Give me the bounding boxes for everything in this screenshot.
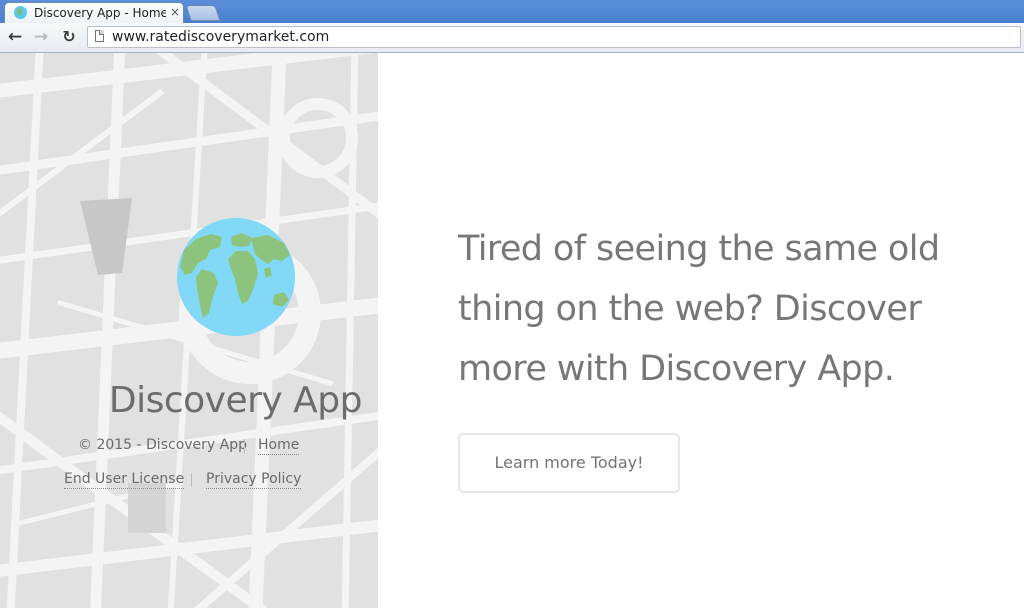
- privacy-policy-link[interactable]: Privacy Policy: [206, 471, 302, 489]
- address-bar[interactable]: www.ratediscoverymarket.com: [87, 26, 1021, 48]
- copyright-text: © 2015 - Discovery App: [78, 437, 247, 453]
- browser-toolbar: ← → ↻ www.ratediscoverymarket.com: [0, 23, 1024, 53]
- end-user-license-link[interactable]: End User License: [64, 471, 185, 489]
- globe-logo-icon: [177, 218, 295, 336]
- url-text[interactable]: www.ratediscoverymarket.com: [112, 29, 329, 45]
- brand-title: Discovery App: [108, 380, 363, 421]
- page-viewport: Discovery App © 2015 - Discovery App Hom…: [0, 53, 1024, 608]
- browser-tab[interactable]: Discovery App - Home Page ×: [4, 2, 184, 23]
- globe-favicon-icon: [14, 6, 27, 19]
- sidebar: Discovery App © 2015 - Discovery App Hom…: [0, 53, 378, 608]
- page-icon: [95, 30, 104, 42]
- forward-arrow-icon[interactable]: →: [30, 26, 52, 48]
- reload-icon[interactable]: ↻: [58, 26, 80, 48]
- tab-strip: Discovery App - Home Page ×: [0, 0, 1024, 23]
- tab-close-icon[interactable]: ×: [170, 5, 180, 19]
- hero-headline: Tired of seeing the same old thing on th…: [458, 229, 940, 389]
- footer-divider: [191, 473, 192, 487]
- learn-more-button[interactable]: Learn more Today!: [458, 433, 680, 493]
- tab-title: Discovery App - Home Page: [34, 6, 166, 20]
- footer-divider: [244, 439, 245, 453]
- new-tab-button[interactable]: [185, 5, 221, 21]
- home-link[interactable]: Home: [258, 437, 300, 455]
- back-arrow-icon[interactable]: ←: [4, 26, 26, 48]
